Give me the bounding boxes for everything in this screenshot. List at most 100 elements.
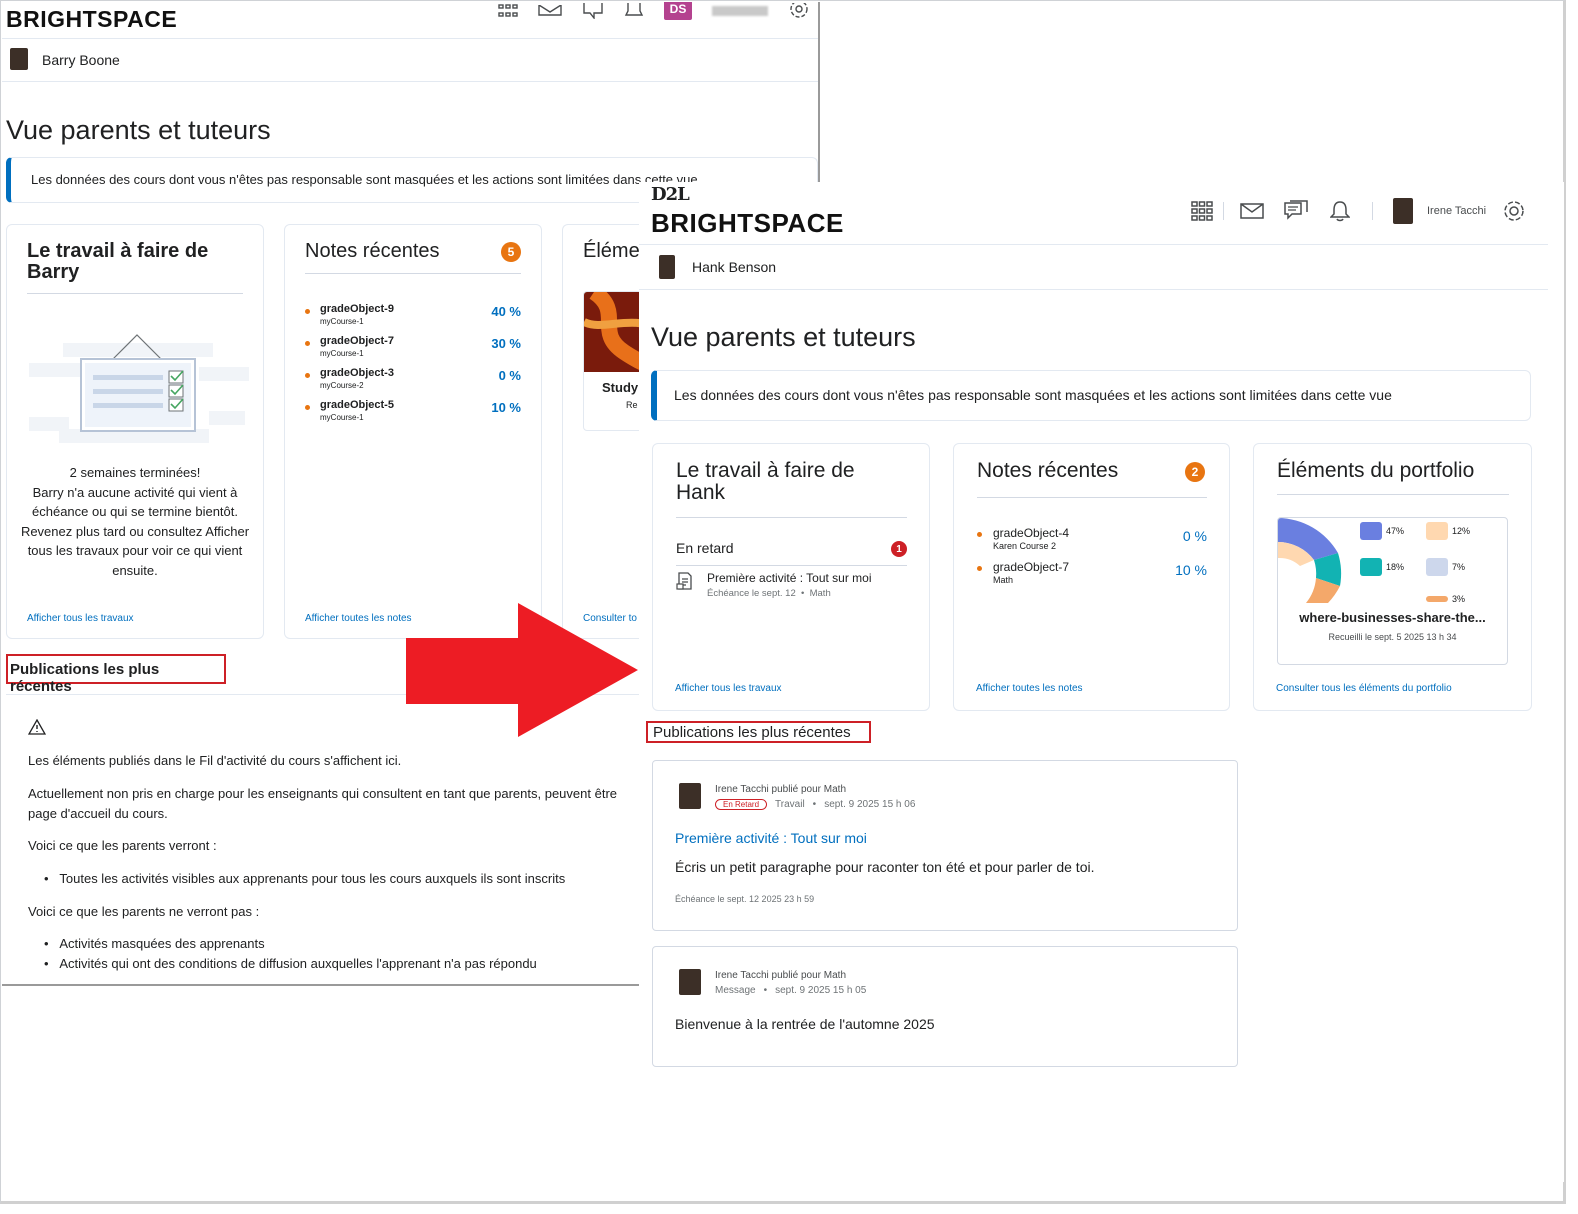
- card-title: Éléme: [583, 240, 640, 262]
- mail-icon[interactable]: [538, 5, 562, 17]
- view-all-work-link[interactable]: Afficher tous les travaux: [675, 683, 782, 694]
- post-due-date: Échéance le sept. 12 2025 23 h 59: [675, 894, 815, 904]
- page-title: Vue parents et tuteurs: [6, 115, 271, 145]
- post-body: Bienvenue à la rentrée de l'automne 2025: [675, 1016, 935, 1032]
- author-avatar: [679, 969, 701, 995]
- assignment-icon: [676, 572, 694, 595]
- stat-item: 3%: [1426, 594, 1465, 603]
- grade-item[interactable]: gradeObject-7 myCourse-1 30 %: [305, 335, 521, 367]
- chat-icon[interactable]: [1284, 200, 1308, 222]
- bullet-dot: [305, 373, 310, 378]
- divider: [27, 293, 243, 294]
- portfolio-item-thumbnail[interactable]: 47% 12% 18% 7% 3% where-businesses-share…: [1277, 517, 1508, 665]
- post-meta: Message • sept. 9 2025 15 h 05: [715, 985, 867, 996]
- top-toolbar: Irene Tacchi: [1189, 198, 1526, 224]
- grade-item[interactable]: gradeObject-3 myCourse-2 0 %: [305, 367, 521, 399]
- d2l-logo: D2L: [651, 184, 690, 205]
- view-all-grades-link[interactable]: Afficher toutes les notes: [305, 613, 412, 624]
- post-author: Irene Tacchi publié pour Math: [715, 784, 847, 795]
- toolbar-separator: [1223, 202, 1224, 220]
- bullet-dot: [305, 309, 310, 314]
- stat-item: 47%: [1360, 522, 1404, 540]
- overdue-section-label: En retard: [676, 540, 734, 556]
- top-toolbar: DS: [498, 2, 810, 20]
- bullet-dot: [977, 566, 982, 571]
- grade-item[interactable]: gradeObject-7 Math 10 %: [977, 560, 1207, 594]
- portfolio-item-date: Recueilli le sept. 5 2025 13 h 34: [1328, 632, 1457, 642]
- grid-icon[interactable]: [498, 4, 518, 18]
- learner-avatar: [10, 48, 28, 70]
- activity-post: Irene Tacchi publié pour Math En Retard …: [652, 760, 1238, 931]
- post-activity-link[interactable]: Première activité : Tout sur moi: [675, 830, 867, 846]
- publications-heading: Publications les plus récentes: [646, 721, 871, 743]
- navbar: Hank Benson: [639, 244, 1548, 290]
- empty-state-illustration: [29, 333, 249, 456]
- grades-count-badge: 5: [501, 242, 521, 262]
- user-avatar[interactable]: [1393, 198, 1413, 224]
- front-screenshot: D2L BRIGHTSPACE Irene Tacchi Hank Benson…: [639, 182, 1564, 1182]
- brightspace-logo[interactable]: BRIGHTSPACE: [6, 6, 177, 33]
- work-to-do-card: Le travail à faire de Hank En retard 1 P…: [652, 443, 930, 711]
- mail-icon[interactable]: [1240, 203, 1264, 219]
- navbar: Barry Boone: [2, 38, 818, 82]
- red-arrow-graphic: [406, 603, 638, 737]
- card-title: Le travail à faire de Barry: [27, 240, 209, 283]
- card-title: Le travail à faire de Hank: [676, 459, 855, 504]
- post-meta: En Retard Travail • sept. 9 2025 15 h 06: [715, 799, 915, 810]
- brightspace-logo[interactable]: BRIGHTSPACE: [651, 208, 844, 239]
- bullet-dot: [305, 341, 310, 346]
- learner-name[interactable]: Hank Benson: [692, 259, 776, 275]
- post-body: Écris un petit paragraphe pour raconter …: [675, 859, 1095, 875]
- current-user-name[interactable]: Irene Tacchi: [1427, 205, 1486, 217]
- overdue-count-badge: 1: [891, 541, 907, 557]
- recent-grades-card: Notes récentes 5 gradeObject-9 myCourse-…: [284, 224, 542, 639]
- chat-icon[interactable]: [582, 3, 604, 19]
- bullet-dot: [305, 405, 310, 410]
- empty-state-text: 2 semaines terminées! Barry n'a aucune a…: [20, 465, 250, 578]
- divider: [676, 517, 907, 518]
- divider: [1277, 494, 1509, 495]
- gear-icon[interactable]: [788, 3, 810, 19]
- card-title: Notes récentes: [305, 240, 440, 262]
- divider: [305, 273, 521, 274]
- card-title: Notes récentes: [977, 459, 1119, 482]
- overdue-activity-title[interactable]: Première activité : Tout sur moi: [707, 571, 872, 585]
- gear-icon[interactable]: [1502, 199, 1526, 223]
- late-badge: En Retard: [715, 799, 768, 810]
- post-author: Irene Tacchi publié pour Math: [715, 970, 847, 981]
- grades-count-badge: 2: [1185, 462, 1205, 482]
- portfolio-card: Éléments du portfolio 47% 12% 18% 7% 3% …: [1253, 443, 1532, 711]
- activity-post: Irene Tacchi publié pour Math Message • …: [652, 946, 1238, 1067]
- learner-name[interactable]: Barry Boone: [42, 52, 120, 68]
- bullet-dot: [977, 532, 982, 537]
- toolbar-separator: [1372, 202, 1373, 220]
- author-avatar: [679, 783, 701, 809]
- user-avatar-initials[interactable]: DS: [664, 2, 692, 20]
- bell-icon[interactable]: [624, 3, 644, 19]
- view-portfolio-link[interactable]: Consulter tous les éléments du portfolio: [1276, 683, 1452, 694]
- divider: [676, 565, 907, 566]
- warning-icon: [27, 718, 47, 738]
- recent-grades-card: Notes récentes 2 gradeObject-4 Karen Cou…: [953, 443, 1230, 711]
- info-alert: Les données des cours dont vous n'êtes p…: [651, 370, 1531, 421]
- blurred-user-name: [712, 6, 768, 16]
- stat-item: 7%: [1426, 558, 1465, 576]
- portfolio-item-title[interactable]: where-businesses-share-the...: [1278, 610, 1507, 625]
- view-all-work-link[interactable]: Afficher tous les travaux: [27, 613, 134, 624]
- bell-icon[interactable]: [1330, 200, 1350, 222]
- stat-item: 18%: [1360, 558, 1404, 576]
- learner-avatar: [659, 255, 675, 279]
- page-title: Vue parents et tuteurs: [651, 322, 916, 352]
- overdue-activity-meta: Échéance le sept. 12 • Math: [707, 588, 831, 599]
- grade-item[interactable]: gradeObject-4 Karen Course 2 0 %: [977, 526, 1207, 560]
- grid-icon[interactable]: [1189, 201, 1215, 221]
- stat-item: 12%: [1426, 522, 1470, 540]
- card-title: Éléments du portfolio: [1277, 459, 1475, 482]
- portfolio-item-image: 47% 12% 18% 7% 3%: [1278, 518, 1507, 603]
- work-to-do-card: Le travail à faire de Barry 2 semaines t…: [6, 224, 264, 639]
- grade-item[interactable]: gradeObject-9 myCourse-1 40 %: [305, 303, 521, 335]
- view-all-grades-link[interactable]: Afficher toutes les notes: [976, 683, 1083, 694]
- publications-heading: Publications les plus récentes: [6, 654, 226, 695]
- grade-item[interactable]: gradeObject-5 myCourse-1 10 %: [305, 399, 521, 431]
- divider: [977, 497, 1207, 498]
